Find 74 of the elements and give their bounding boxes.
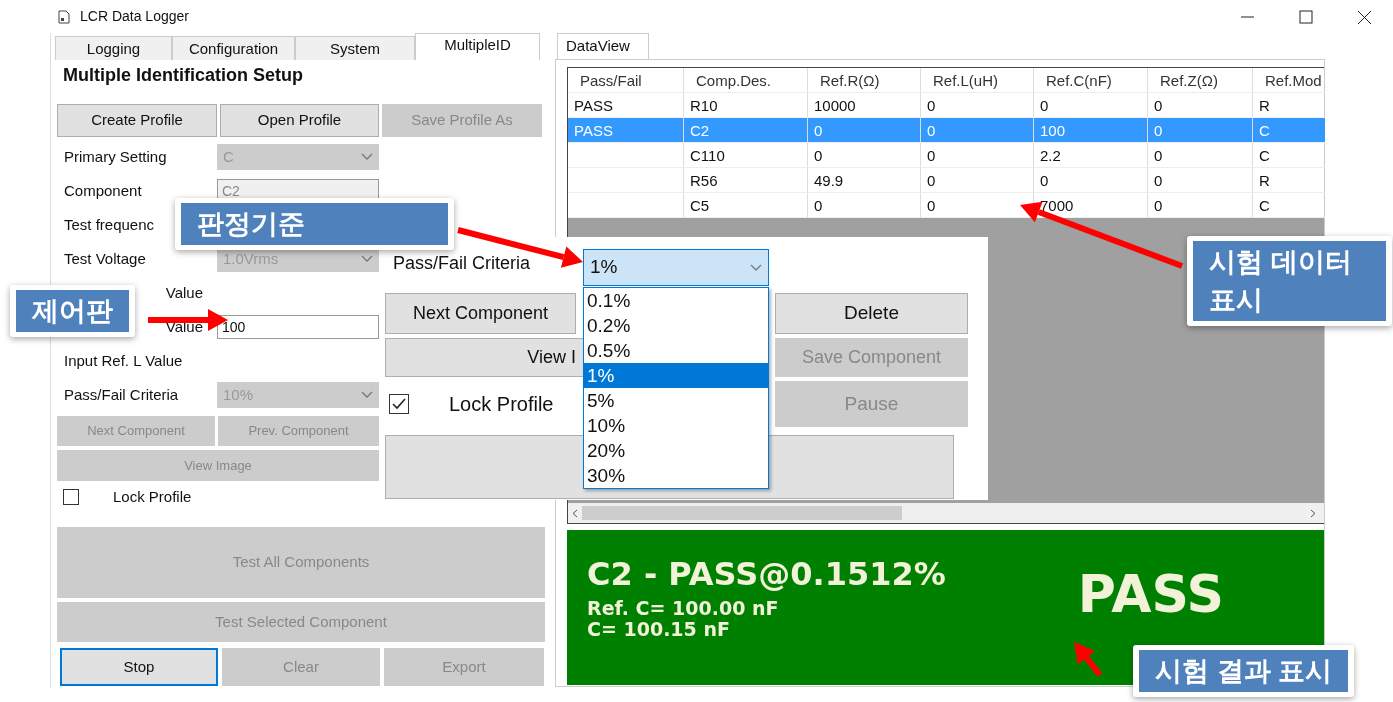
- measured-value: C= 100.15 nF: [587, 619, 731, 640]
- checkbox-label: Lock Profile: [113, 486, 192, 507]
- checkbox[interactable]: [389, 394, 409, 414]
- table-cell[interactable]: 2.2: [1034, 143, 1148, 168]
- tab[interactable]: Logging: [55, 36, 172, 60]
- dropdown-list[interactable]: 0.1% 0.2% 0.5% 1% 5% 10% 20% 30%: [583, 287, 769, 489]
- field-label: Component: [64, 181, 142, 199]
- table-cell[interactable]: 0: [1148, 143, 1253, 168]
- dropdown-option[interactable]: 1%: [584, 363, 768, 388]
- field-label: Test frequenc: [64, 215, 155, 233]
- dropdown-option[interactable]: 0.1%: [584, 288, 768, 313]
- chevron-right-icon[interactable]: [1310, 508, 1316, 518]
- result-headline: C2 - PASS@0.1512%: [587, 554, 946, 595]
- table-cell[interactable]: R56: [684, 168, 808, 193]
- column-header[interactable]: Ref.L(uH): [921, 68, 1034, 93]
- checkbox-label: Lock Profile: [449, 392, 554, 417]
- dropdown-option[interactable]: 20%: [584, 438, 768, 463]
- document-icon: [58, 9, 70, 24]
- column-header[interactable]: Pass/Fail: [568, 68, 684, 93]
- chevron-down-icon: [361, 391, 373, 399]
- field-label: Value: [165, 283, 203, 301]
- profile-button[interactable]: Create Profile: [57, 104, 217, 137]
- window-title: LCR Data Logger: [80, 7, 189, 26]
- checkbox[interactable]: [63, 489, 79, 505]
- table-cell[interactable]: 0: [921, 143, 1034, 168]
- callout-text: 판정기준: [181, 203, 448, 245]
- dropdown-field[interactable]: 1%: [583, 249, 769, 286]
- field-label: Pass/Fail Criteria: [393, 254, 531, 272]
- column-header[interactable]: Ref.C(nF): [1034, 68, 1148, 93]
- field-label: Input Ref. L Value: [64, 351, 183, 369]
- empty-cell[interactable]: [568, 143, 684, 168]
- empty-cell[interactable]: [568, 168, 684, 193]
- callout-text: 시험 결과 표시: [1139, 650, 1348, 692]
- tab[interactable]: Configuration: [172, 36, 295, 60]
- input-field[interactable]: 100: [217, 315, 379, 339]
- column-header[interactable]: Ref.Mod: [1253, 68, 1325, 93]
- tab[interactable]: DataView: [557, 33, 649, 59]
- table-cell[interactable]: 0: [1148, 168, 1253, 193]
- table-cell[interactable]: 0: [921, 168, 1034, 193]
- result-verdict: PASS: [1077, 568, 1224, 622]
- field-label: Pass/Fail Criteria: [64, 385, 179, 403]
- section-heading: Multiple Identification Setup: [63, 64, 303, 87]
- table-cell[interactable]: C110: [684, 143, 808, 168]
- field-label: Value: [165, 317, 203, 335]
- next-component-button[interactable]: Next Component: [385, 293, 576, 334]
- dropdown-option[interactable]: 30%: [584, 463, 768, 488]
- horizontal-scrollbar[interactable]: [568, 503, 1324, 523]
- tab[interactable]: System: [295, 36, 415, 60]
- tab[interactable]: MultipleID: [415, 33, 540, 60]
- table-cell[interactable]: 49.9: [808, 168, 921, 193]
- dropdown-option[interactable]: 0.2%: [584, 313, 768, 338]
- table-cell[interactable]: R: [1253, 168, 1325, 193]
- column-header[interactable]: Comp.Des.: [684, 68, 808, 93]
- dropdown-option[interactable]: 10%: [584, 413, 768, 438]
- table-cell[interactable]: 0: [808, 143, 921, 168]
- delete-button[interactable]: Delete: [775, 293, 968, 334]
- column-header[interactable]: Ref.R(Ω): [808, 68, 921, 93]
- table-cell[interactable]: C: [1253, 143, 1325, 168]
- chevron-down-icon: [361, 153, 373, 161]
- field-label: Test Voltage: [64, 249, 146, 267]
- field-label: Primary Setting: [64, 147, 167, 165]
- dropdown-option[interactable]: 5%: [584, 388, 768, 413]
- pointer-arrow: [1074, 642, 1103, 677]
- chevron-left-icon[interactable]: [572, 508, 578, 518]
- chevron-down-icon: [750, 263, 762, 272]
- table-cell[interactable]: 0: [1034, 168, 1148, 193]
- callout-text: 시험 데이터 표시: [1193, 241, 1386, 321]
- chevron-down-icon: [361, 255, 373, 263]
- callout-text: 제어판: [16, 290, 129, 332]
- dropdown-option[interactable]: 0.5%: [584, 338, 768, 363]
- reference-value: Ref. C= 100.00 nF: [587, 598, 780, 619]
- action-button[interactable]: Stop: [60, 648, 218, 686]
- profile-button[interactable]: Open Profile: [220, 104, 379, 137]
- column-header[interactable]: Ref.Z(Ω): [1148, 68, 1253, 93]
